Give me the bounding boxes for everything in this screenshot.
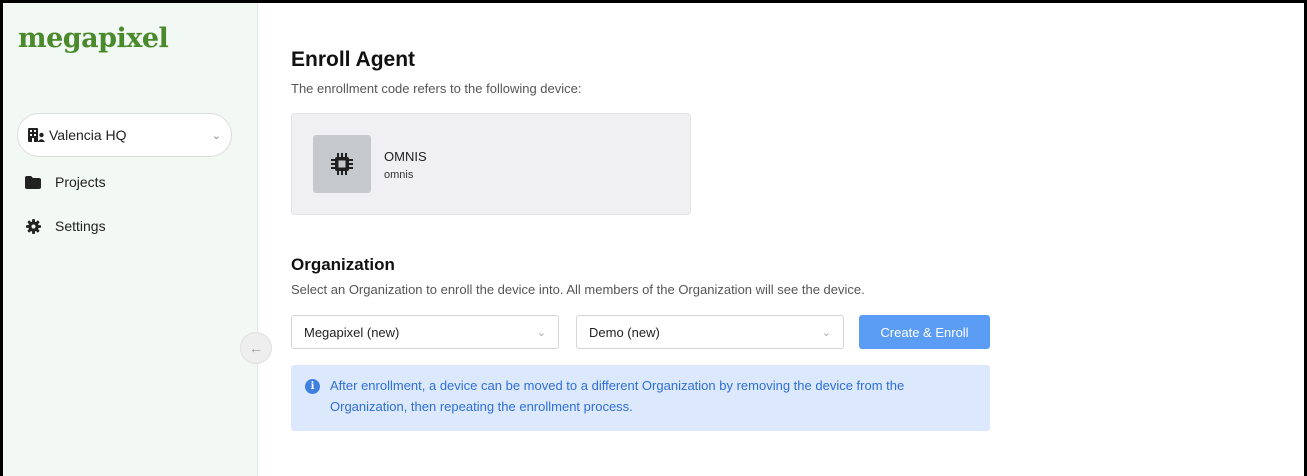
- sidebar-item-label: Settings: [55, 218, 106, 234]
- gear-icon: [25, 218, 41, 234]
- device-id: omnis: [384, 169, 414, 181]
- arrow-left-icon: ←: [249, 340, 263, 356]
- info-alert: i After enrollment, a device can be move…: [291, 365, 990, 431]
- building-user-icon: [28, 127, 45, 143]
- folder-icon: [25, 174, 41, 190]
- organization-heading: Organization: [291, 255, 395, 274]
- sidebar-item-projects[interactable]: Projects: [25, 174, 106, 190]
- project-select-value: Demo (new): [589, 324, 660, 340]
- collapse-sidebar-button[interactable]: ←: [240, 332, 272, 364]
- project-select[interactable]: Demo (new) ⌄: [576, 315, 844, 349]
- create-enroll-button[interactable]: Create & Enroll: [859, 315, 990, 349]
- organization-select[interactable]: Megapixel (new) ⌄: [291, 315, 559, 349]
- sidebar-item-label: Projects: [55, 174, 106, 190]
- workspace-selector[interactable]: Valencia HQ ⌄: [17, 113, 232, 157]
- chevron-down-icon: ⌄: [536, 326, 546, 339]
- device-card: OMNIS omnis: [291, 113, 691, 215]
- chevron-down-icon: ⌄: [821, 326, 831, 339]
- sidebar: megapixel Valencia HQ ⌄ Projects Setting…: [3, 3, 258, 476]
- organization-description: Select an Organization to enroll the dev…: [291, 282, 865, 297]
- sidebar-item-settings[interactable]: Settings: [25, 218, 106, 234]
- chip-icon: [313, 135, 371, 193]
- workspace-label: Valencia HQ: [49, 127, 127, 143]
- page-subtitle: The enrollment code refers to the follow…: [291, 81, 582, 96]
- organization-select-value: Megapixel (new): [304, 324, 400, 340]
- info-text: After enrollment, a device can be moved …: [330, 378, 905, 414]
- page-title: Enroll Agent: [291, 48, 416, 71]
- logo[interactable]: megapixel: [18, 23, 169, 54]
- info-icon: i: [305, 379, 320, 394]
- device-name: OMNIS: [384, 149, 427, 164]
- chevron-down-icon: ⌄: [211, 129, 221, 142]
